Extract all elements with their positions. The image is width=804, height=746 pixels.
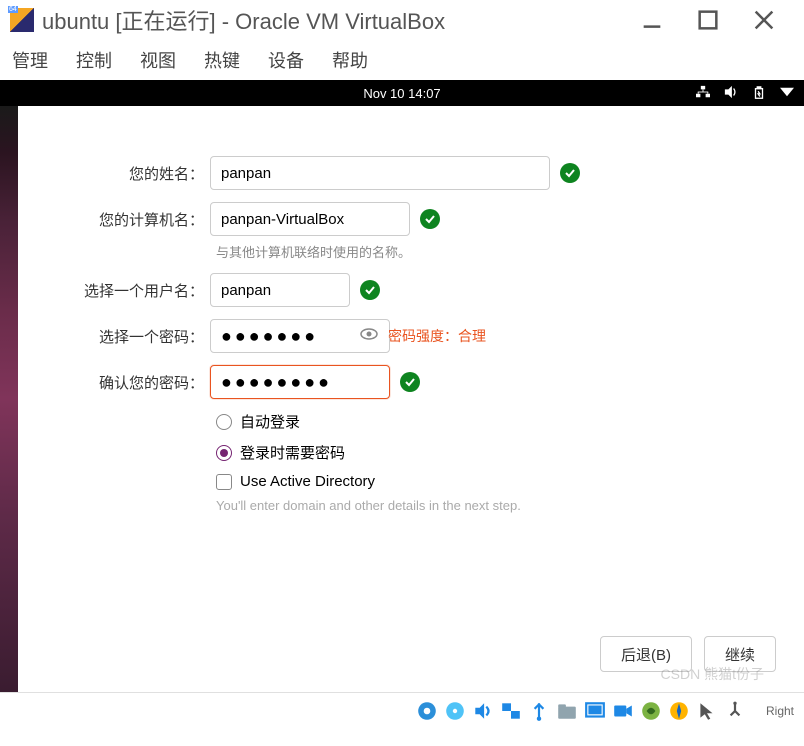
host-key-label: Right <box>766 704 794 718</box>
display-icon[interactable] <box>584 700 606 722</box>
keyboard-icon[interactable] <box>724 700 746 722</box>
close-button[interactable] <box>754 10 774 30</box>
guest-content: 您的姓名： 您的计算机名： 与其他计算机联络时使用的名称。 选择一个用户名： 选… <box>0 106 804 692</box>
ad-label: Use Active Directory <box>240 473 375 490</box>
password-label: 选择一个密码： <box>40 326 210 347</box>
menu-devices[interactable]: 设备 <box>268 47 304 73</box>
radio-icon-selected <box>216 445 232 461</box>
dropdown-icon[interactable] <box>780 85 794 102</box>
confirm-valid-icon <box>400 372 420 392</box>
guest-topbar: Nov 10 14:07 <box>0 80 804 106</box>
radio-icon <box>216 414 232 430</box>
maximize-button[interactable] <box>698 10 718 30</box>
volume-icon[interactable] <box>724 85 738 102</box>
name-valid-icon <box>560 163 580 183</box>
shared-folder-icon[interactable] <box>556 700 578 722</box>
username-valid-icon <box>360 280 380 300</box>
radio-auto-login[interactable]: 自动登录 <box>216 411 764 432</box>
require-password-label: 登录时需要密码 <box>240 442 345 463</box>
recording-icon[interactable] <box>612 700 634 722</box>
confirm-input[interactable] <box>210 365 390 399</box>
back-button[interactable]: 后退(B) <box>600 636 692 672</box>
auto-login-label: 自动登录 <box>240 411 300 432</box>
username-label: 选择一个用户名： <box>40 280 210 301</box>
usb-icon[interactable] <box>528 700 550 722</box>
processor-icon[interactable] <box>668 700 690 722</box>
window-titlebar: ubuntu [正在运行] - Oracle VM VirtualBox <box>0 0 804 40</box>
optical-icon[interactable] <box>444 700 466 722</box>
ad-hint: You'll enter domain and other details in… <box>216 498 764 513</box>
harddisk-icon[interactable] <box>416 700 438 722</box>
name-input[interactable] <box>210 156 550 190</box>
network-adapter-icon[interactable] <box>500 700 522 722</box>
menu-manage[interactable]: 管理 <box>12 47 48 73</box>
radio-require-password[interactable]: 登录时需要密码 <box>216 442 764 463</box>
menu-control[interactable]: 控制 <box>76 47 112 73</box>
virtualbox-icon <box>10 8 34 32</box>
vm-statusbar: Right <box>0 692 804 728</box>
confirm-label: 确认您的密码： <box>40 372 210 393</box>
computer-input[interactable] <box>210 202 410 236</box>
name-label: 您的姓名： <box>40 163 210 184</box>
menu-hotkey[interactable]: 热键 <box>204 47 240 73</box>
guest-additions-icon[interactable] <box>640 700 662 722</box>
menu-help[interactable]: 帮助 <box>332 47 368 73</box>
password-strength-label: 密码强度：合理 <box>388 326 486 346</box>
menu-view[interactable]: 视图 <box>140 47 176 73</box>
computer-label: 您的计算机名： <box>40 209 210 230</box>
continue-button[interactable]: 继续 <box>704 636 776 672</box>
minimize-button[interactable] <box>642 10 662 30</box>
window-title: ubuntu [正在运行] - Oracle VM VirtualBox <box>42 4 642 36</box>
checkbox-active-directory[interactable]: Use Active Directory <box>216 473 764 490</box>
left-sidebar-strip <box>0 106 18 692</box>
guest-datetime: Nov 10 14:07 <box>363 86 440 101</box>
network-icon[interactable] <box>696 85 710 102</box>
checkbox-icon <box>216 474 232 490</box>
username-input[interactable] <box>210 273 350 307</box>
computer-valid-icon <box>420 209 440 229</box>
battery-icon[interactable] <box>752 86 766 100</box>
computer-hint: 与其他计算机联络时使用的名称。 <box>216 242 764 261</box>
show-password-icon[interactable] <box>360 327 378 345</box>
mouse-integration-icon[interactable] <box>696 700 718 722</box>
menubar: 管理 控制 视图 热键 设备 帮助 <box>0 40 804 80</box>
audio-icon[interactable] <box>472 700 494 722</box>
